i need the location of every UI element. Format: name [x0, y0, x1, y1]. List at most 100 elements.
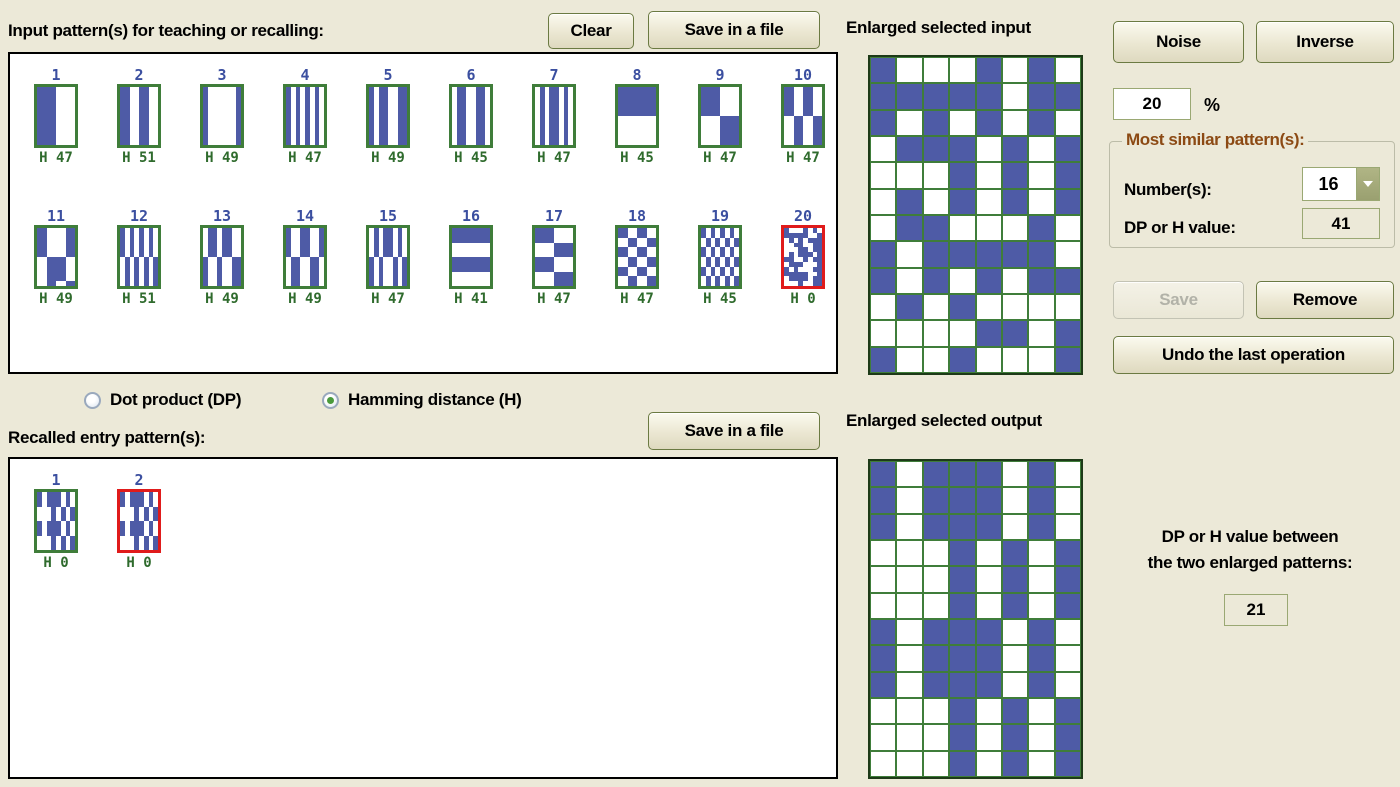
pattern-cells[interactable] — [117, 84, 161, 148]
pattern-thumbnail[interactable]: 5 H 49 — [360, 68, 416, 166]
grid-cell[interactable] — [897, 620, 922, 645]
grid-cell[interactable] — [1002, 462, 1028, 487]
save-input-file-button[interactable]: Save in a file — [648, 11, 820, 49]
pattern-cells[interactable] — [532, 84, 576, 148]
pattern-cells[interactable] — [615, 225, 659, 289]
grid-cell[interactable] — [923, 58, 949, 83]
grid-cell[interactable] — [1055, 725, 1080, 750]
grid-cell[interactable] — [923, 268, 949, 293]
grid-cell[interactable] — [976, 84, 1001, 109]
grid-cell[interactable] — [1055, 137, 1080, 162]
grid-cell[interactable] — [950, 321, 975, 346]
grid-cell[interactable] — [923, 137, 949, 162]
grid-cell[interactable] — [897, 462, 922, 487]
grid-cell[interactable] — [897, 672, 922, 697]
grid-cell[interactable] — [871, 58, 896, 83]
pattern-cells[interactable] — [117, 489, 161, 553]
grid-cell[interactable] — [950, 58, 975, 83]
grid-cell[interactable] — [1055, 514, 1080, 539]
grid-cell[interactable] — [871, 699, 896, 724]
grid-cell[interactable] — [1002, 295, 1028, 320]
pattern-cells[interactable] — [698, 225, 742, 289]
grid-cell[interactable] — [950, 725, 975, 750]
grid-cell[interactable] — [923, 163, 949, 188]
grid-cell[interactable] — [897, 593, 922, 618]
grid-cell[interactable] — [950, 163, 975, 188]
grid-cell[interactable] — [923, 751, 949, 776]
grid-cell[interactable] — [1029, 216, 1054, 241]
grid-cell[interactable] — [923, 462, 949, 487]
grid-cell[interactable] — [897, 216, 922, 241]
grid-cell[interactable] — [1002, 216, 1028, 241]
grid-cell[interactable] — [976, 110, 1001, 135]
grid-cell[interactable] — [1055, 620, 1080, 645]
clear-button[interactable]: Clear — [548, 13, 634, 49]
grid-cell[interactable] — [1029, 541, 1054, 566]
grid-cell[interactable] — [897, 321, 922, 346]
pattern-thumbnail[interactable]: 11 H 49 — [28, 209, 84, 307]
grid-cell[interactable] — [1029, 110, 1054, 135]
grid-cell[interactable] — [950, 646, 975, 671]
save-output-file-button[interactable]: Save in a file — [648, 412, 820, 450]
inverse-button[interactable]: Inverse — [1256, 21, 1394, 63]
grid-cell[interactable] — [1029, 242, 1054, 267]
grid-cell[interactable] — [897, 751, 922, 776]
grid-cell[interactable] — [1029, 620, 1054, 645]
grid-cell[interactable] — [871, 541, 896, 566]
grid-cell[interactable] — [976, 488, 1001, 513]
grid-cell[interactable] — [1029, 268, 1054, 293]
grid-cell[interactable] — [897, 347, 922, 372]
grid-cell[interactable] — [1002, 189, 1028, 214]
grid-cell[interactable] — [1029, 699, 1054, 724]
grid-cell[interactable] — [1029, 488, 1054, 513]
grid-cell[interactable] — [1029, 321, 1054, 346]
grid-cell[interactable] — [871, 646, 896, 671]
grid-cell[interactable] — [897, 163, 922, 188]
grid-cell[interactable] — [1029, 163, 1054, 188]
grid-cell[interactable] — [897, 646, 922, 671]
pattern-cells[interactable] — [366, 84, 410, 148]
grid-cell[interactable] — [950, 488, 975, 513]
grid-cell[interactable] — [950, 462, 975, 487]
hamming-radio-row[interactable]: Hamming distance (H) — [322, 390, 522, 410]
grid-cell[interactable] — [897, 110, 922, 135]
noise-button[interactable]: Noise — [1113, 21, 1244, 63]
grid-cell[interactable] — [1002, 84, 1028, 109]
grid-cell[interactable] — [976, 216, 1001, 241]
grid-cell[interactable] — [1029, 462, 1054, 487]
noise-percent-input[interactable]: 20 — [1113, 88, 1191, 120]
grid-cell[interactable] — [923, 242, 949, 267]
dot-product-radio[interactable] — [84, 391, 101, 409]
grid-cell[interactable] — [1055, 110, 1080, 135]
pattern-thumbnail[interactable]: 7 H 47 — [526, 68, 582, 166]
grid-cell[interactable] — [897, 514, 922, 539]
grid-cell[interactable] — [923, 620, 949, 645]
grid-cell[interactable] — [897, 541, 922, 566]
grid-cell[interactable] — [897, 84, 922, 109]
grid-cell[interactable] — [976, 163, 1001, 188]
grid-cell[interactable] — [871, 751, 896, 776]
pattern-cells[interactable] — [449, 84, 493, 148]
grid-cell[interactable] — [897, 137, 922, 162]
grid-cell[interactable] — [976, 672, 1001, 697]
pattern-cells[interactable] — [200, 225, 244, 289]
grid-cell[interactable] — [897, 488, 922, 513]
pattern-cells[interactable] — [117, 225, 161, 289]
save-pattern-button[interactable]: Save — [1113, 281, 1244, 319]
grid-cell[interactable] — [950, 567, 975, 592]
grid-cell[interactable] — [1029, 514, 1054, 539]
grid-cell[interactable] — [950, 593, 975, 618]
grid-cell[interactable] — [1002, 699, 1028, 724]
pattern-cells[interactable] — [781, 84, 825, 148]
grid-cell[interactable] — [1029, 725, 1054, 750]
grid-cell[interactable] — [923, 593, 949, 618]
pattern-cells[interactable] — [283, 225, 327, 289]
grid-cell[interactable] — [871, 488, 896, 513]
undo-button[interactable]: Undo the last operation — [1113, 336, 1394, 374]
pattern-cells[interactable] — [366, 225, 410, 289]
enlarged-input-grid[interactable] — [868, 55, 1083, 375]
hamming-distance-radio[interactable] — [322, 391, 339, 409]
grid-cell[interactable] — [1055, 163, 1080, 188]
grid-cell[interactable] — [871, 242, 896, 267]
pattern-thumbnail[interactable]: 20 H 0 — [775, 209, 831, 307]
